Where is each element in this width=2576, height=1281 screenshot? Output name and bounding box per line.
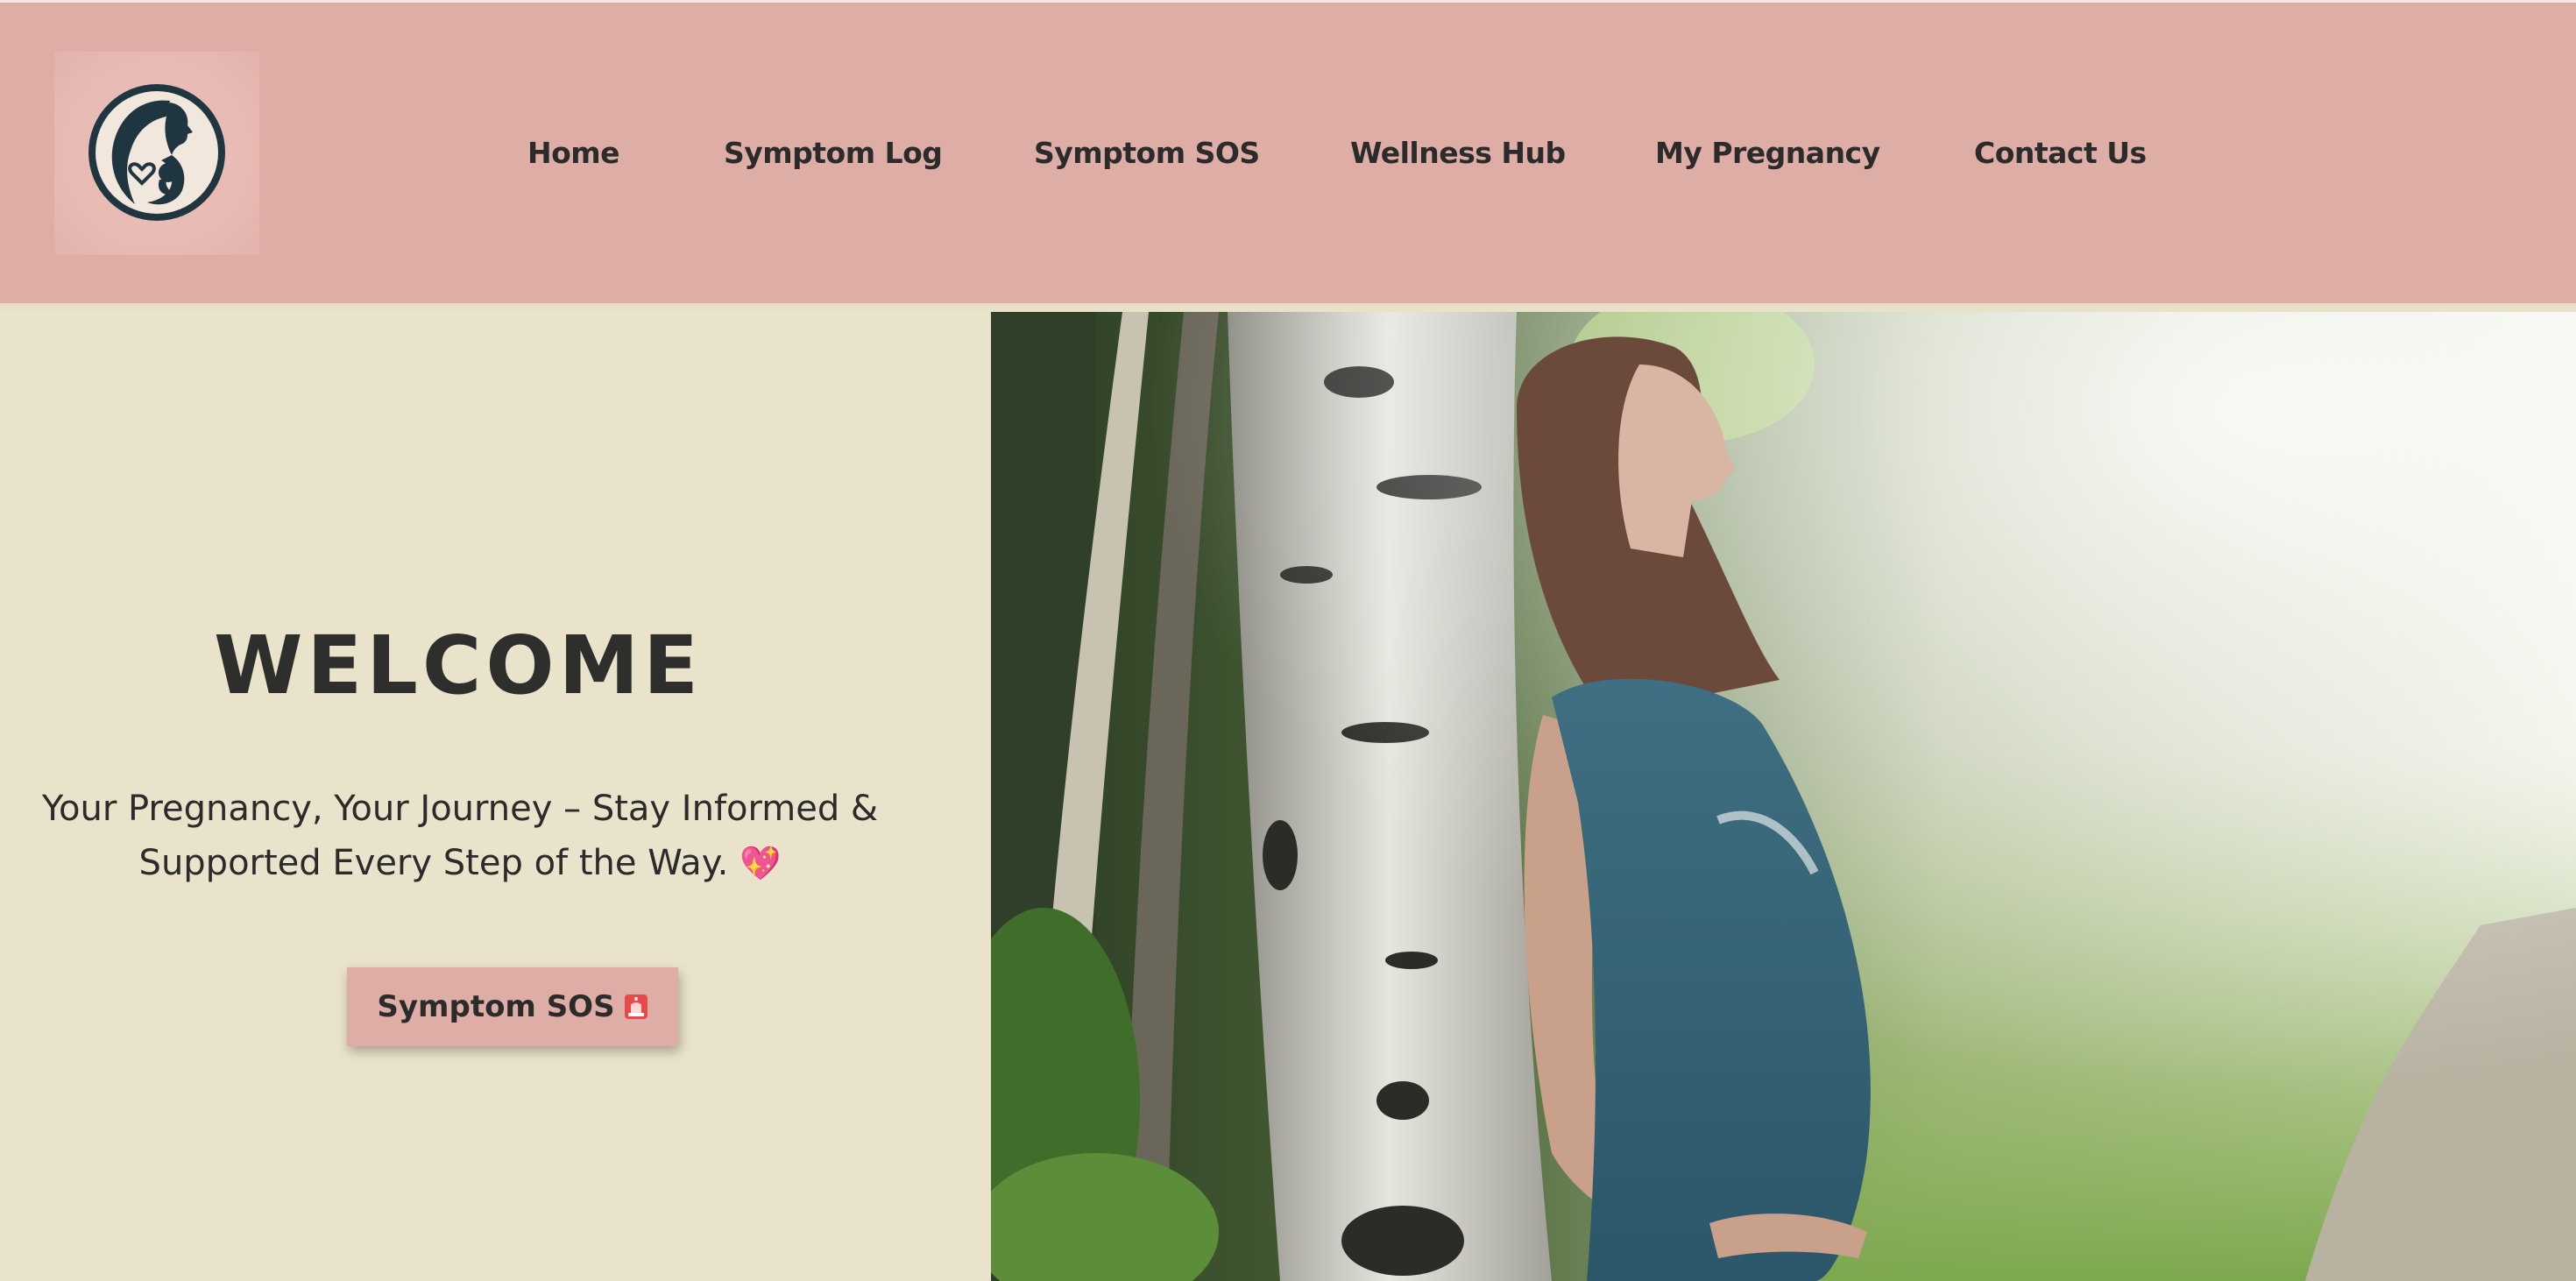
main-nav: Home Symptom Log Symptom SOS Wellness Hu…: [0, 3, 2576, 306]
nav-item-wellness-hub[interactable]: Wellness Hub: [1350, 131, 1566, 176]
hero-text-panel: WELCOME Your Pregnancy, Your Journey – S…: [0, 312, 991, 1281]
hero-title: WELCOME: [213, 619, 704, 712]
symptom-sos-button-label: Symptom SOS: [377, 989, 615, 1024]
sparkling-heart-icon: 💖: [740, 844, 782, 882]
pregnant-woman-forest-photo: [991, 312, 2576, 1281]
site-header: Home Symptom Log Symptom SOS Wellness Hu…: [0, 0, 2576, 303]
nav-item-home[interactable]: Home: [527, 131, 620, 176]
hero-photo: [991, 312, 2576, 1281]
nav-item-contact-us[interactable]: Contact Us: [1974, 131, 2147, 176]
symptom-sos-button[interactable]: Symptom SOS: [347, 967, 678, 1046]
nav-item-symptom-sos[interactable]: Symptom SOS: [1034, 131, 1260, 176]
page: Home Symptom Log Symptom SOS Wellness Hu…: [0, 0, 2576, 1281]
header-divider: [0, 303, 2576, 312]
nav-item-my-pregnancy[interactable]: My Pregnancy: [1655, 131, 1880, 176]
tagline-line-2: Supported Every Step of the Way.: [138, 843, 729, 883]
siren-icon: [624, 994, 648, 1019]
hero-tagline: Your Pregnancy, Your Journey – Stay Info…: [18, 782, 902, 890]
tagline-line-1: Your Pregnancy, Your Journey – Stay Info…: [41, 789, 879, 829]
nav-item-symptom-log[interactable]: Symptom Log: [724, 131, 943, 176]
